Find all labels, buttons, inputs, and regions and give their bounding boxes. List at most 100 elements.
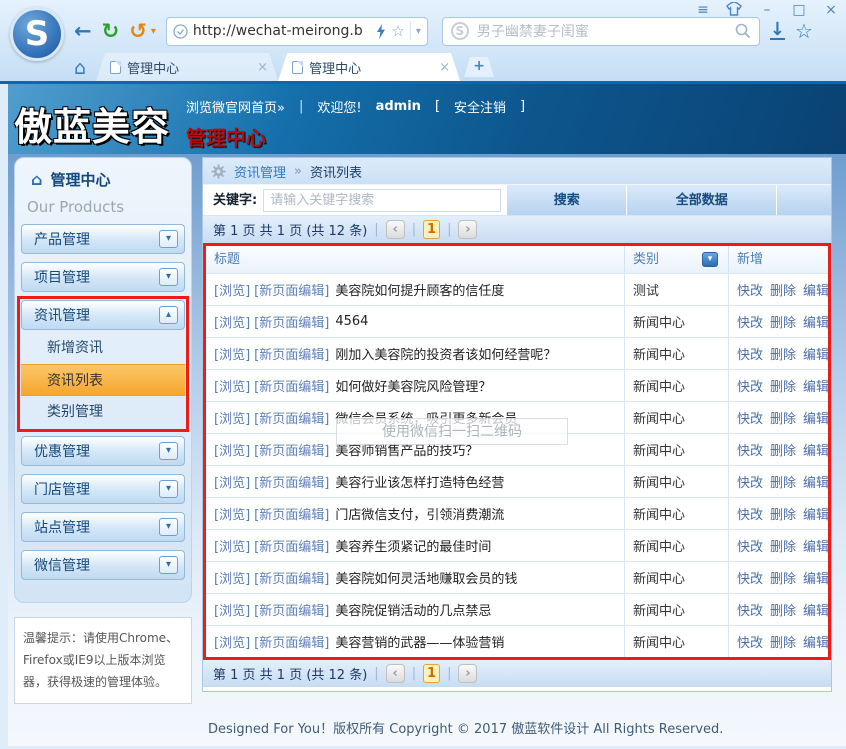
quick-edit-link[interactable]: 快改 — [737, 440, 763, 459]
sidebar-menu-item[interactable]: 门店管理▾ — [21, 474, 185, 504]
browse-link[interactable]: [浏览] — [214, 344, 250, 363]
sidebar-menu-item[interactable]: 微信管理▾ — [21, 550, 185, 580]
prev-page-button[interactable]: ‹ — [386, 220, 405, 239]
new-page-edit-link[interactable]: [新页面编辑] — [254, 504, 329, 523]
quick-edit-link[interactable]: 快改 — [737, 376, 763, 395]
next-page-button[interactable]: › — [458, 220, 477, 239]
delete-link[interactable]: 删除 — [770, 440, 796, 459]
delete-link[interactable]: 删除 — [770, 504, 796, 523]
quick-edit-link[interactable]: 快改 — [737, 344, 763, 363]
current-page-number[interactable]: 1 — [423, 664, 440, 683]
logout-link[interactable]: 安全注销 — [454, 97, 506, 116]
download-icon[interactable]: ↓ — [770, 22, 785, 40]
delete-link[interactable]: 删除 — [770, 344, 796, 363]
undo-icon[interactable]: ↺ — [129, 16, 147, 46]
all-data-button[interactable]: 全部数据 — [627, 185, 777, 215]
edit-link[interactable]: 编辑 — [803, 280, 828, 299]
new-tab-button[interactable]: + — [464, 57, 494, 77]
close-icon[interactable]: × — [822, 2, 840, 18]
bookmark-star-icon[interactable]: ☆ — [391, 22, 404, 40]
sidebar-menu-item[interactable]: 项目管理▾ — [21, 262, 185, 292]
breadcrumb-parent-link[interactable]: 资讯管理 — [234, 162, 286, 181]
sogou-logo[interactable]: S — [10, 7, 64, 61]
edit-link[interactable]: 编辑 — [803, 376, 828, 395]
chevron-down-icon[interactable]: ▾ — [159, 442, 178, 460]
quick-edit-link[interactable]: 快改 — [737, 472, 763, 491]
quick-edit-link[interactable]: 快改 — [737, 536, 763, 555]
browse-link[interactable]: [浏览] — [214, 376, 250, 395]
sidebar-menu-item[interactable]: 产品管理▾ — [21, 224, 185, 254]
delete-link[interactable]: 删除 — [770, 472, 796, 491]
keyword-input[interactable] — [263, 189, 501, 212]
browse-link[interactable]: [浏览] — [214, 280, 250, 299]
new-page-edit-link[interactable]: [新页面编辑] — [254, 440, 329, 459]
browse-link[interactable]: [浏览] — [214, 632, 250, 651]
quick-edit-link[interactable]: 快改 — [737, 504, 763, 523]
new-page-edit-link[interactable]: [新页面编辑] — [254, 536, 329, 555]
edit-link[interactable]: 编辑 — [803, 600, 828, 619]
current-page-number[interactable]: 1 — [423, 220, 440, 239]
favorites-icon[interactable]: ☆ — [795, 19, 813, 43]
tab-close-icon[interactable]: × — [439, 60, 450, 75]
chevron-down-icon[interactable]: ▾ — [159, 480, 178, 498]
browse-site-link[interactable]: 浏览微官网首页» — [186, 97, 285, 116]
search-button[interactable]: 搜索 — [507, 185, 627, 215]
edit-link[interactable]: 编辑 — [803, 568, 828, 587]
url-text[interactable]: http://wechat-meirong.b — [193, 23, 372, 39]
chevron-down-icon[interactable]: ▾ — [159, 230, 178, 248]
edit-link[interactable]: 编辑 — [803, 632, 828, 651]
search-box[interactable]: S 男子幽禁妻子闺蜜 — [442, 17, 760, 46]
browse-link[interactable]: [浏览] — [214, 568, 250, 587]
delete-link[interactable]: 删除 — [770, 600, 796, 619]
delete-link[interactable]: 删除 — [770, 312, 796, 331]
edit-link[interactable]: 编辑 — [803, 440, 828, 459]
sidebar-menu-item[interactable]: 优惠管理▾ — [21, 436, 185, 466]
category-filter-icon[interactable]: ▾ — [702, 252, 718, 267]
address-dropdown-icon[interactable]: ▾ — [416, 26, 421, 37]
new-page-edit-link[interactable]: [新页面编辑] — [254, 568, 329, 587]
edit-link[interactable]: 编辑 — [803, 408, 828, 427]
browse-link[interactable]: [浏览] — [214, 408, 250, 427]
new-page-edit-link[interactable]: [新页面编辑] — [254, 312, 329, 331]
chevron-up-icon[interactable]: ▴ — [159, 306, 178, 324]
new-page-edit-link[interactable]: [新页面编辑] — [254, 280, 329, 299]
tab-active[interactable]: 管理中心 × — [278, 53, 460, 81]
home-icon[interactable]: ⌂ — [74, 55, 86, 81]
browse-link[interactable]: [浏览] — [214, 536, 250, 555]
chevron-down-icon[interactable]: ▾ — [159, 518, 178, 536]
browse-link[interactable]: [浏览] — [214, 472, 250, 491]
delete-link[interactable]: 删除 — [770, 568, 796, 587]
undo-dropdown-icon[interactable]: ▾ — [151, 26, 156, 37]
delete-link[interactable]: 删除 — [770, 632, 796, 651]
new-page-edit-link[interactable]: [新页面编辑] — [254, 472, 329, 491]
edit-link[interactable]: 编辑 — [803, 312, 828, 331]
chevron-down-icon[interactable]: ▾ — [159, 268, 178, 286]
address-bar[interactable]: http://wechat-meirong.b ☆ ▾ — [166, 17, 428, 46]
quick-edit-link[interactable]: 快改 — [737, 568, 763, 587]
browse-link[interactable]: [浏览] — [214, 504, 250, 523]
quick-edit-link[interactable]: 快改 — [737, 280, 763, 299]
edit-link[interactable]: 编辑 — [803, 504, 828, 523]
sidebar-menu-item[interactable]: 站点管理▾ — [21, 512, 185, 542]
browse-link[interactable]: [浏览] — [214, 312, 250, 331]
magnifier-icon[interactable] — [735, 23, 751, 39]
delete-link[interactable]: 删除 — [770, 536, 796, 555]
next-page-button[interactable]: › — [458, 664, 477, 683]
quick-edit-link[interactable]: 快改 — [737, 408, 763, 427]
edit-link[interactable]: 编辑 — [803, 536, 828, 555]
delete-link[interactable]: 删除 — [770, 376, 796, 395]
sidebar-submenu-item[interactable]: 资讯列表 — [21, 364, 185, 396]
new-page-edit-link[interactable]: [新页面编辑] — [254, 344, 329, 363]
quick-edit-link[interactable]: 快改 — [737, 632, 763, 651]
refresh-icon[interactable]: ↻ — [102, 16, 120, 46]
chevron-down-icon[interactable]: ▾ — [159, 556, 178, 574]
tab-close-icon[interactable]: × — [257, 60, 268, 75]
lightning-icon[interactable] — [376, 24, 386, 39]
edit-link[interactable]: 编辑 — [803, 472, 828, 491]
tab-inactive[interactable]: 管理中心 × — [96, 53, 278, 81]
browse-link[interactable]: [浏览] — [214, 440, 250, 459]
search-placeholder-text[interactable]: 男子幽禁妻子闺蜜 — [477, 21, 727, 41]
sidebar-submenu-item[interactable]: 新增资讯 — [21, 332, 185, 364]
new-page-edit-link[interactable]: [新页面编辑] — [254, 632, 329, 651]
edit-link[interactable]: 编辑 — [803, 344, 828, 363]
